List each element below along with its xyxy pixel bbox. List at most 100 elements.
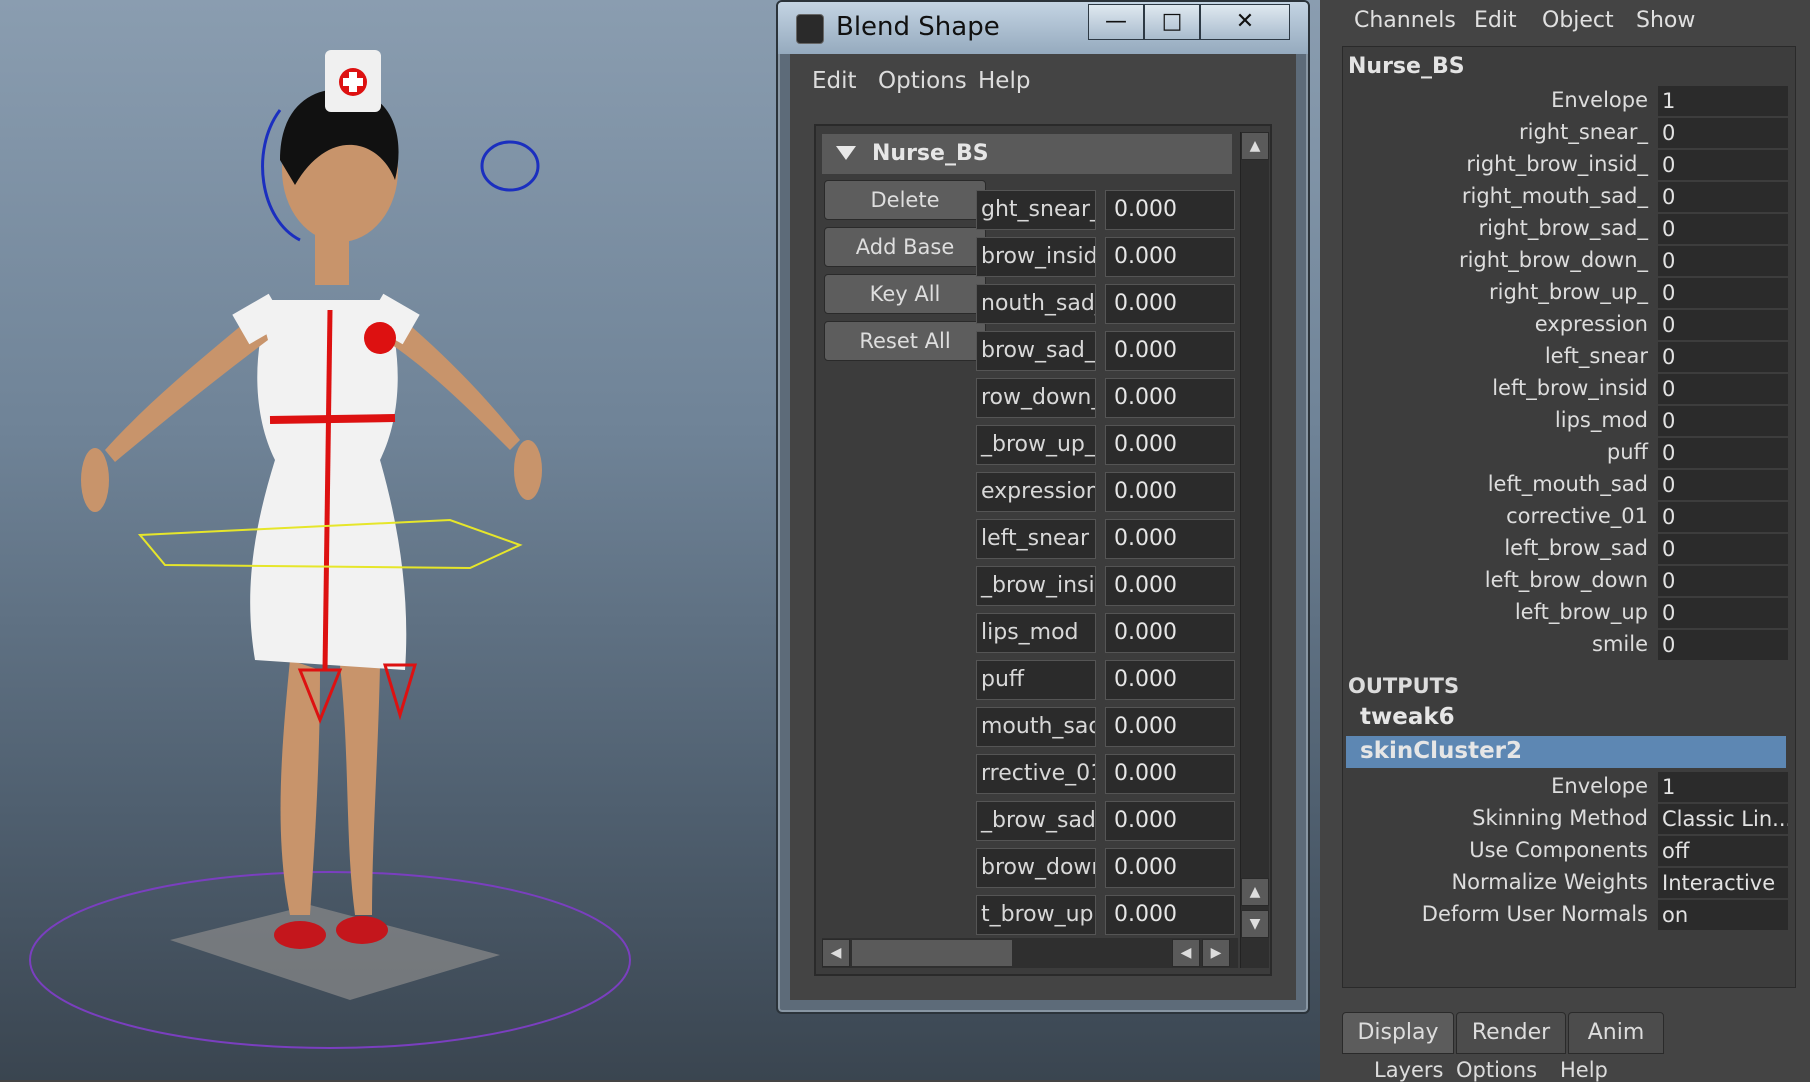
minimize-icon[interactable]: — (1088, 4, 1144, 40)
target-weight-field[interactable]: 0.000 (1105, 566, 1235, 606)
scroll-right-icon[interactable]: ▶ (1202, 939, 1230, 967)
attribute-value[interactable]: 0 (1658, 566, 1788, 596)
target-weight-field[interactable]: 0.000 (1105, 190, 1235, 230)
attribute-value[interactable]: 0 (1658, 214, 1788, 244)
menu-edit[interactable]: Edit (1474, 8, 1517, 33)
vertical-scrollbar[interactable]: ▲ ▲ ▼ (1240, 132, 1269, 968)
node-title[interactable]: Nurse_BS (1348, 54, 1465, 79)
scroll-up-icon[interactable]: ▲ (1241, 132, 1269, 160)
target-weight-field[interactable]: 0.000 (1105, 472, 1235, 512)
attribute-label[interactable]: right_brow_down_ (1348, 248, 1648, 272)
target-weight-field[interactable]: 0.000 (1105, 519, 1235, 559)
attribute-value[interactable]: 0 (1658, 374, 1788, 404)
target-weight-field[interactable]: 0.000 (1105, 707, 1235, 747)
menu-object[interactable]: Object (1542, 8, 1614, 33)
menu-edit[interactable]: Edit (812, 68, 857, 94)
attribute-label[interactable]: left_brow_insid (1348, 376, 1648, 400)
scroll-thumb[interactable] (852, 940, 1012, 966)
tab-render[interactable]: Render (1456, 1012, 1566, 1054)
attribute-value[interactable]: 0 (1658, 470, 1788, 500)
attribute-label[interactable]: corrective_01 (1348, 504, 1648, 528)
attribute-value[interactable]: 0 (1658, 150, 1788, 180)
attribute-value[interactable]: 0 (1658, 310, 1788, 340)
scroll-left-icon[interactable]: ◀ (1172, 939, 1200, 967)
key-all-button[interactable]: Key All (824, 274, 986, 314)
skin-attribute-label[interactable]: Envelope (1348, 774, 1648, 798)
horizontal-scrollbar[interactable]: ◀ ◀ ▶ (822, 938, 1238, 968)
attribute-label[interactable]: right_mouth_sad_ (1348, 184, 1648, 208)
attribute-value[interactable]: 0 (1658, 118, 1788, 148)
scroll-down-icon[interactable]: ▼ (1241, 910, 1269, 938)
target-weight-field[interactable]: 0.000 (1105, 660, 1235, 700)
attribute-value[interactable]: 0 (1658, 342, 1788, 372)
menu-options[interactable]: Options (878, 68, 967, 94)
attribute-label[interactable]: left_brow_up (1348, 600, 1648, 624)
scroll-left-icon[interactable]: ◀ (822, 939, 850, 967)
menu-show[interactable]: Show (1636, 8, 1695, 33)
skin-attribute-value[interactable]: on (1658, 900, 1788, 930)
attribute-value[interactable]: 0 (1658, 534, 1788, 564)
skin-attribute-label[interactable]: Deform User Normals (1348, 902, 1648, 926)
add-base-button[interactable]: Add Base (824, 227, 986, 267)
menu-help[interactable]: Help (978, 68, 1030, 94)
attribute-label[interactable]: left_mouth_sad (1348, 472, 1648, 496)
output-node-selected[interactable]: skinCluster2 (1360, 738, 1522, 764)
attribute-label[interactable]: expression (1348, 312, 1648, 336)
attribute-value[interactable]: 0 (1658, 630, 1788, 660)
target-name: mouth_sad (976, 707, 1096, 747)
target-weight-field[interactable]: 0.000 (1105, 331, 1235, 371)
target-weight-field[interactable]: 0.000 (1105, 613, 1235, 653)
target-weight-field[interactable]: 0.000 (1105, 801, 1235, 841)
skin-attribute-value[interactable]: Classic Lin... (1658, 804, 1788, 834)
target-weight-field[interactable]: 0.000 (1105, 284, 1235, 324)
target-weight-field[interactable]: 0.000 (1105, 848, 1235, 888)
target-weight-field[interactable]: 0.000 (1105, 754, 1235, 794)
menu-help[interactable]: Help (1560, 1058, 1608, 1082)
tab-display[interactable]: Display (1342, 1012, 1454, 1054)
attribute-label[interactable]: right_snear_ (1348, 120, 1648, 144)
target-name: _brow_insid (976, 566, 1096, 606)
skin-attribute-label[interactable]: Use Components (1348, 838, 1648, 862)
attribute-value[interactable]: 0 (1658, 182, 1788, 212)
target-weight-field[interactable]: 0.000 (1105, 425, 1235, 465)
attribute-label[interactable]: left_brow_sad (1348, 536, 1648, 560)
target-weight-field[interactable]: 0.000 (1105, 895, 1235, 935)
skin-attribute-label[interactable]: Normalize Weights (1348, 870, 1648, 894)
window-titlebar[interactable]: Blend Shape — □ ✕ (778, 2, 1308, 54)
skin-attribute-label[interactable]: Skinning Method (1348, 806, 1648, 830)
attribute-label[interactable]: puff (1348, 440, 1648, 464)
attribute-value[interactable]: 0 (1658, 598, 1788, 628)
target-weight-field[interactable]: 0.000 (1105, 378, 1235, 418)
attribute-label[interactable]: Envelope (1348, 88, 1648, 112)
attribute-value[interactable]: 0 (1658, 406, 1788, 436)
tab-anim[interactable]: Anim (1568, 1012, 1664, 1054)
attribute-label[interactable]: smile (1348, 632, 1648, 656)
skin-attribute-value[interactable]: Interactive (1658, 868, 1788, 898)
output-node[interactable]: tweak6 (1360, 704, 1455, 730)
attribute-value[interactable]: 0 (1658, 246, 1788, 276)
attribute-value[interactable]: 0 (1658, 502, 1788, 532)
collapse-arrow-icon[interactable] (836, 146, 856, 160)
attribute-label[interactable]: left_brow_down (1348, 568, 1648, 592)
delete-button[interactable]: Delete (824, 180, 986, 220)
attribute-label[interactable]: right_brow_up_ (1348, 280, 1648, 304)
menu-layers[interactable]: Layers (1374, 1058, 1444, 1082)
attribute-label[interactable]: left_snear (1348, 344, 1648, 368)
attribute-label[interactable]: right_brow_insid_ (1348, 152, 1648, 176)
reset-all-button[interactable]: Reset All (824, 321, 986, 361)
attribute-label[interactable]: lips_mod (1348, 408, 1648, 432)
close-icon[interactable]: ✕ (1200, 4, 1290, 40)
attribute-value[interactable]: 0 (1658, 438, 1788, 468)
menu-options[interactable]: Options (1456, 1058, 1537, 1082)
menu-channels[interactable]: Channels (1354, 8, 1456, 33)
attribute-value[interactable]: 0 (1658, 278, 1788, 308)
skin-attribute-value[interactable]: off (1658, 836, 1788, 866)
attribute-label[interactable]: right_brow_sad_ (1348, 216, 1648, 240)
scroll-up-icon[interactable]: ▲ (1241, 878, 1269, 906)
attribute-value[interactable]: 1 (1658, 86, 1788, 116)
node-header[interactable]: Nurse_BS (822, 134, 1232, 174)
skin-attribute-value[interactable]: 1 (1658, 772, 1788, 802)
target-weight-field[interactable]: 0.000 (1105, 237, 1235, 277)
maximize-icon[interactable]: □ (1144, 4, 1200, 40)
target-name: brow_sad_ (976, 331, 1096, 371)
